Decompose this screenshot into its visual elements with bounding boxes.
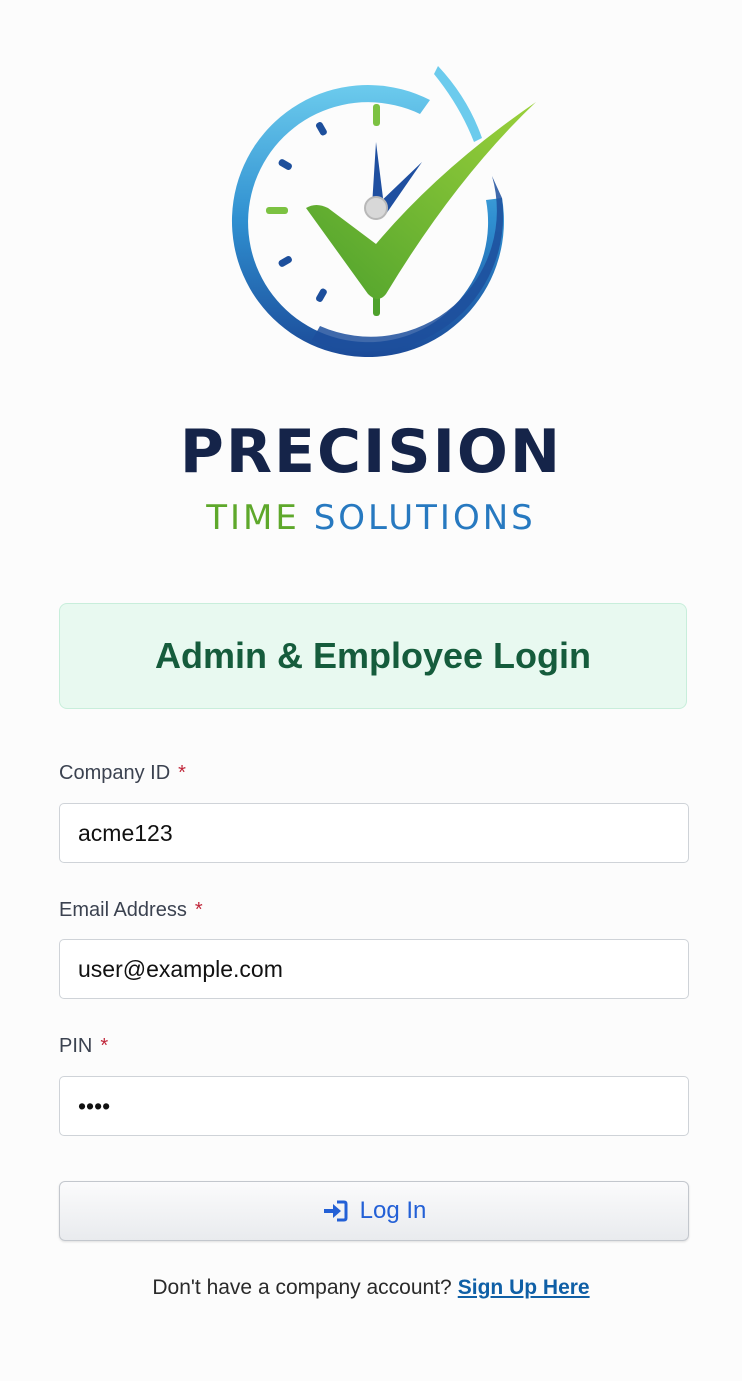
company-id-label: Company ID * — [59, 760, 186, 786]
email-label: Email Address * — [59, 897, 203, 923]
clock-checkmark-logo — [231, 66, 536, 358]
email-label-text: Email Address — [59, 899, 187, 921]
brand-tagline-solutions: SOLUTIONS — [313, 498, 536, 538]
login-heading-banner: Admin & Employee Login — [59, 603, 687, 709]
brand-tagline-time: TIME — [206, 498, 300, 538]
signup-line: Don't have a company account? Sign Up Her… — [0, 1274, 742, 1302]
email-input[interactable] — [59, 939, 689, 999]
company-id-input[interactable] — [59, 803, 689, 863]
login-heading: Admin & Employee Login — [154, 635, 592, 676]
pin-label: PIN * — [59, 1033, 108, 1059]
signup-link[interactable]: Sign Up Here — [458, 1276, 590, 1299]
pin-input[interactable] — [59, 1076, 689, 1136]
sign-in-icon — [322, 1200, 348, 1222]
required-asterisk: * — [178, 762, 186, 784]
brand-name: PRECISION — [179, 417, 563, 487]
company-id-label-text: Company ID — [59, 762, 171, 784]
login-button[interactable]: Log In — [59, 1181, 689, 1241]
brand-tagline: TIME SOLUTIONS — [0, 496, 742, 540]
required-asterisk: * — [194, 899, 203, 921]
signup-prompt: Don't have a company account? — [152, 1276, 452, 1299]
required-asterisk: * — [100, 1035, 109, 1057]
pin-label-text: PIN — [59, 1035, 93, 1057]
login-button-label: Log In — [359, 1197, 427, 1224]
login-page: PRECISION TIME SOLUTIONS Admin & Employe… — [0, 0, 742, 1381]
